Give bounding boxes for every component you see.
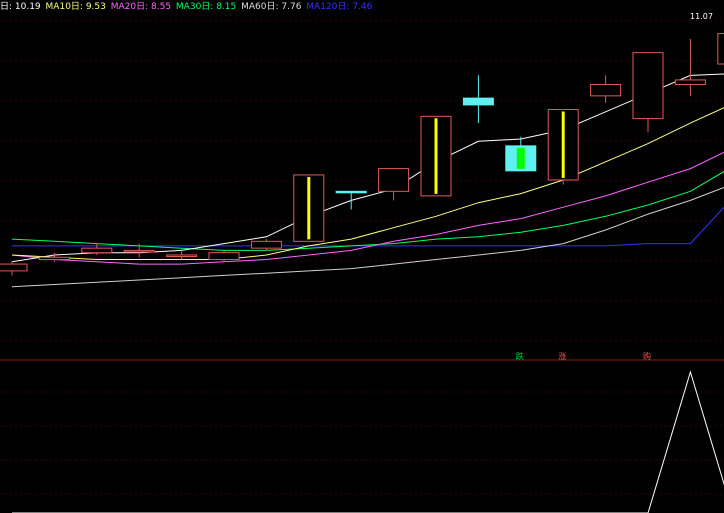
- legend-ma5: 日: 10.19: [0, 2, 41, 12]
- candle-body: [208, 252, 240, 261]
- candle-body: [166, 254, 198, 257]
- legend-ma10: MA10日: 9.53: [45, 2, 106, 12]
- candle-body: [335, 190, 367, 194]
- candle-body: [717, 33, 724, 65]
- ma30-line: [11, 170, 724, 251]
- candle-body: [674, 79, 706, 85]
- candle-body: [123, 249, 155, 253]
- ma-legend: 日: 10.19 MA10日: 9.53 MA20日: 8.55 MA30日: …: [0, 0, 374, 14]
- legend-ma30: MA30日: 8.15: [175, 2, 237, 12]
- ma5-line: [11, 73, 724, 263]
- candle-body: [0, 263, 28, 272]
- signal-bar: [561, 111, 565, 178]
- ma20-line: [11, 151, 724, 265]
- signal-marker: 涨: [558, 351, 566, 361]
- ma120-line: [12, 206, 724, 247]
- signal-marker: 跌: [516, 351, 524, 361]
- legend-ma120: MA120日: 7.46: [306, 2, 373, 12]
- max-price-label: 11.07: [690, 12, 713, 21]
- candle-body: [590, 83, 622, 97]
- legend-ma60: MA60日: 7.76: [241, 2, 302, 12]
- signal-bar: [516, 147, 525, 169]
- candle-body: [81, 247, 113, 254]
- ma60-line: [11, 186, 724, 288]
- candle-body: [378, 168, 410, 192]
- candle-body: [250, 240, 282, 249]
- signal-marker: 购: [643, 351, 651, 361]
- ma10-line: [11, 107, 724, 260]
- legend-ma20: MA20日: 8.55: [110, 2, 172, 12]
- indicator-line: [12, 370, 724, 513]
- signal-bar: [307, 176, 311, 240]
- signal-bar: [434, 118, 438, 194]
- candle-body: [38, 256, 70, 261]
- candle-body: [632, 52, 664, 120]
- candlestick-chart: 跌涨购: [0, 20, 724, 513]
- candle-body: [462, 97, 494, 106]
